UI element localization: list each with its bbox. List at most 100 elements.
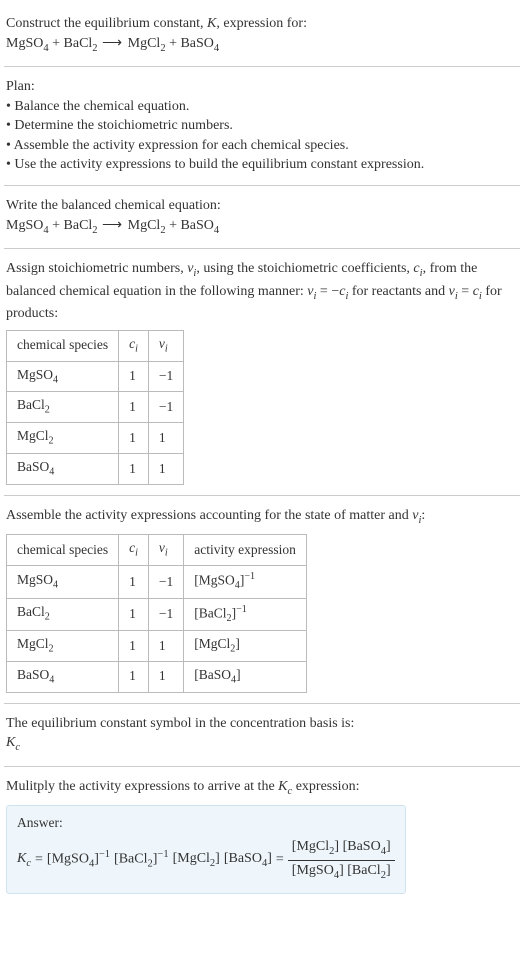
sub: 4 <box>381 846 386 857</box>
pow: −1 <box>157 849 168 860</box>
cell-c: 1 <box>119 361 149 392</box>
balanced-block: Write the balanced chemical equation: Mg… <box>4 190 520 244</box>
cell-v: 1 <box>148 423 183 454</box>
text: Mulitply the activity expressions to arr… <box>6 779 278 794</box>
equals: = <box>35 850 43 870</box>
table-row: BaCl21−1[BaCl2]−1 <box>7 598 307 630</box>
cell-species: BaSO4 <box>7 454 119 485</box>
plan-title: Plan: <box>6 77 518 97</box>
species: BaCl <box>64 36 93 51</box>
k-symbol: K <box>207 16 216 31</box>
br: [MgCl <box>292 839 329 854</box>
cell-exp: [BaCl2]−1 <box>184 598 307 630</box>
sub: 2 <box>147 859 152 870</box>
cell-c: 1 <box>119 566 149 598</box>
br: [BaCl <box>194 605 226 620</box>
br: [BaSO <box>343 839 381 854</box>
sp: MgSO <box>17 367 53 382</box>
stoich-text: Assign stoichiometric numbers, νi, using… <box>6 259 518 324</box>
sub: c <box>26 858 31 869</box>
sub: 2 <box>45 612 50 623</box>
table-row: MgCl211 <box>7 423 184 454</box>
table-row: BaSO411 <box>7 454 184 485</box>
term: [MgSO4]−1 <box>47 848 110 872</box>
divider <box>4 66 520 67</box>
sub: i <box>135 343 138 354</box>
cell-v: 1 <box>148 661 183 692</box>
table-row: BaCl2 1−1 <box>7 392 184 423</box>
br: [MgSO <box>47 852 89 867</box>
cell-exp: [MgCl2] <box>184 631 307 662</box>
intro-text-2: , expression for: <box>216 16 307 31</box>
sub: 2 <box>45 405 50 416</box>
species: MgCl <box>128 36 161 51</box>
plan-block: Plan: • Balance the chemical equation. •… <box>4 71 520 181</box>
activity-text: Assemble the activity expressions accoun… <box>6 506 518 528</box>
activity-block: Assemble the activity expressions accoun… <box>4 500 520 699</box>
col-activity: activity expression <box>184 535 307 566</box>
text: = <box>458 284 473 299</box>
sub: 2 <box>49 436 54 447</box>
plus: + <box>49 218 64 233</box>
sub: 4 <box>214 224 219 235</box>
br: [MgCl <box>173 851 210 866</box>
br: [BaSO <box>194 667 231 682</box>
species: MgSO <box>6 218 43 233</box>
kc-symbol-block: The equilibrium constant symbol in the c… <box>4 708 520 762</box>
text: for reactants and <box>348 284 448 299</box>
plan-bullet: • Balance the chemical equation. <box>6 97 518 117</box>
cell-species: BaSO4 <box>7 661 119 692</box>
species: BaSO <box>180 36 213 51</box>
cell-v: −1 <box>148 566 183 598</box>
cell-species: MgSO4 <box>7 566 119 598</box>
intro-block: Construct the equilibrium constant, K, e… <box>4 8 520 62</box>
plus: + <box>166 218 181 233</box>
col-nui: νi <box>148 330 183 361</box>
br: [BaCl <box>347 863 380 878</box>
table-header-row: chemical species ci νi activity expressi… <box>7 535 307 566</box>
term: [BaCl2]−1 <box>114 848 169 872</box>
sub: i <box>135 548 138 559</box>
species: MgSO <box>6 36 43 51</box>
sub: i <box>165 343 168 354</box>
stoich-table: chemical species ci νi MgSO41−1 BaCl21−1… <box>6 330 184 485</box>
table-row: MgSO41−1 <box>7 361 184 392</box>
table-row: MgCl211[MgCl2] <box>7 631 307 662</box>
cell-c: 1 <box>119 392 149 423</box>
plan-bullet: • Determine the stoichiometric numbers. <box>6 116 518 136</box>
sub: 2 <box>49 644 54 655</box>
cell-exp: [BaSO4] <box>184 661 307 692</box>
sub: 2 <box>210 858 215 869</box>
cell-c: 1 <box>119 631 149 662</box>
sub: 2 <box>381 870 386 881</box>
text: = − <box>316 284 339 299</box>
col-ci: ci <box>119 535 149 566</box>
col-species: chemical species <box>7 330 119 361</box>
denominator: [MgSO4] [BaCl2] <box>288 861 395 883</box>
divider <box>4 248 520 249</box>
sp: BaCl <box>17 604 45 619</box>
pow: −1 <box>244 571 255 582</box>
sub: 4 <box>49 675 54 686</box>
kc-text: The equilibrium constant symbol in the c… <box>6 714 518 734</box>
cell-species: MgCl2 <box>7 423 119 454</box>
br: [MgCl <box>194 636 230 651</box>
sub: 4 <box>214 42 219 53</box>
divider <box>4 185 520 186</box>
pow: −1 <box>99 849 110 860</box>
equals: = <box>276 850 284 870</box>
plan-bullet: • Assemble the activity expression for e… <box>6 136 518 156</box>
stoich-block: Assign stoichiometric numbers, νi, using… <box>4 253 520 491</box>
col-species: chemical species <box>7 535 119 566</box>
kc: Kc <box>17 849 31 871</box>
sub: 4 <box>89 859 94 870</box>
arrow-icon: ⟶ <box>98 36 128 51</box>
sp: MgSO <box>17 572 53 587</box>
k: K <box>6 735 15 750</box>
sub: 2 <box>230 644 235 655</box>
text: : <box>421 508 425 523</box>
cell-v: −1 <box>148 392 183 423</box>
cell-v: 1 <box>148 454 183 485</box>
sp: BaCl <box>17 397 45 412</box>
sub: 4 <box>53 374 58 385</box>
